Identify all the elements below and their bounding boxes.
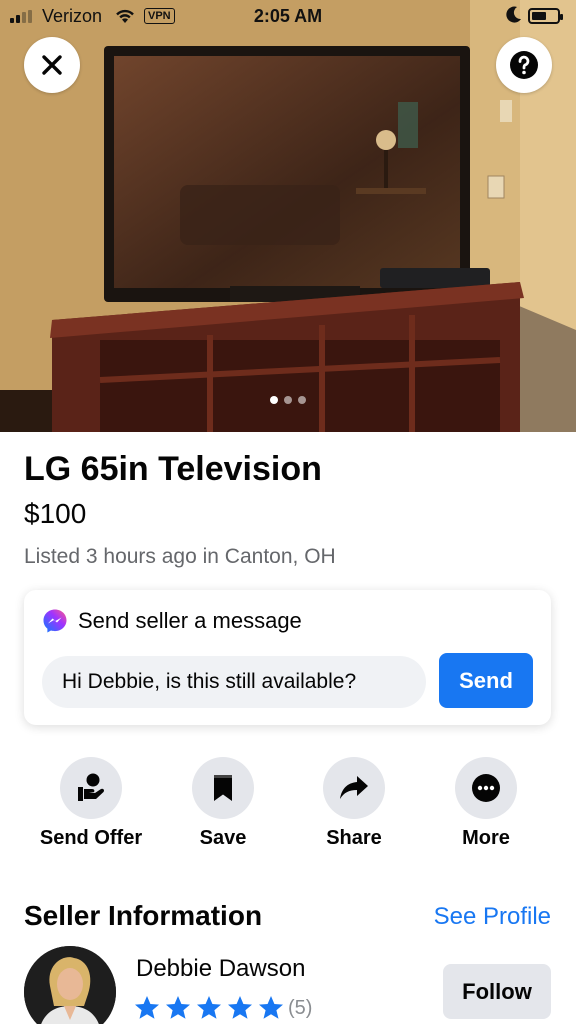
- more-icon: [455, 757, 517, 819]
- help-button[interactable]: [496, 37, 552, 93]
- send-offer-icon: [60, 757, 122, 819]
- status-time: 2:05 AM: [253, 6, 323, 26]
- follow-button[interactable]: Follow: [443, 964, 551, 1019]
- message-card-heading: Send seller a message: [78, 608, 302, 633]
- photo-dot[interactable]: [298, 396, 306, 404]
- messenger-icon: [43, 609, 67, 633]
- seller-name[interactable]: Debbie Dawson: [136, 955, 305, 983]
- listing-title: LG 65in Television: [24, 450, 322, 488]
- photo-dot-active[interactable]: [270, 396, 278, 404]
- message-seller-card: Send seller a message Hi Debbie, is this…: [24, 590, 551, 725]
- share-label: Share: [326, 827, 382, 849]
- photo-dot[interactable]: [284, 396, 292, 404]
- more-button[interactable]: More: [426, 757, 546, 850]
- send-offer-label: Send Offer: [39, 827, 143, 849]
- bookmark-icon: [192, 757, 254, 819]
- close-icon: [42, 55, 62, 75]
- status-bar: Verizon VPN 2:05 AM: [0, 0, 576, 34]
- listing-price: $100: [24, 498, 87, 529]
- save-label: Save: [199, 827, 247, 849]
- listing-meta: Listed 3 hours ago in Canton, OH: [24, 545, 336, 568]
- close-button[interactable]: [24, 37, 80, 93]
- television-photo-illustration: [0, 0, 576, 432]
- rating-count: (5): [288, 996, 313, 1019]
- save-button[interactable]: Save: [163, 757, 283, 850]
- share-button[interactable]: Share: [294, 757, 414, 850]
- seller-information-heading: Seller Information: [24, 900, 263, 931]
- rating-stars-icon: [135, 996, 283, 1019]
- more-label: More: [462, 827, 510, 849]
- question-mark-icon: [510, 51, 538, 79]
- send-message-button[interactable]: Send: [439, 653, 533, 708]
- send-offer-button[interactable]: Send Offer: [31, 757, 151, 850]
- photo-pagination-dots: [0, 396, 576, 404]
- see-profile-link[interactable]: See Profile: [434, 903, 551, 931]
- listing-photo[interactable]: [0, 0, 576, 432]
- message-input[interactable]: Hi Debbie, is this still available?: [42, 656, 426, 708]
- seller-rating: (5): [134, 995, 312, 1021]
- seller-avatar[interactable]: [24, 946, 116, 1024]
- message-card-header: Send seller a message: [42, 608, 302, 634]
- listing-actions: Send Offer Save Share More: [0, 757, 576, 857]
- battery-icon: [528, 8, 563, 24]
- share-icon: [323, 757, 385, 819]
- do-not-disturb-moon-icon: [506, 6, 522, 29]
